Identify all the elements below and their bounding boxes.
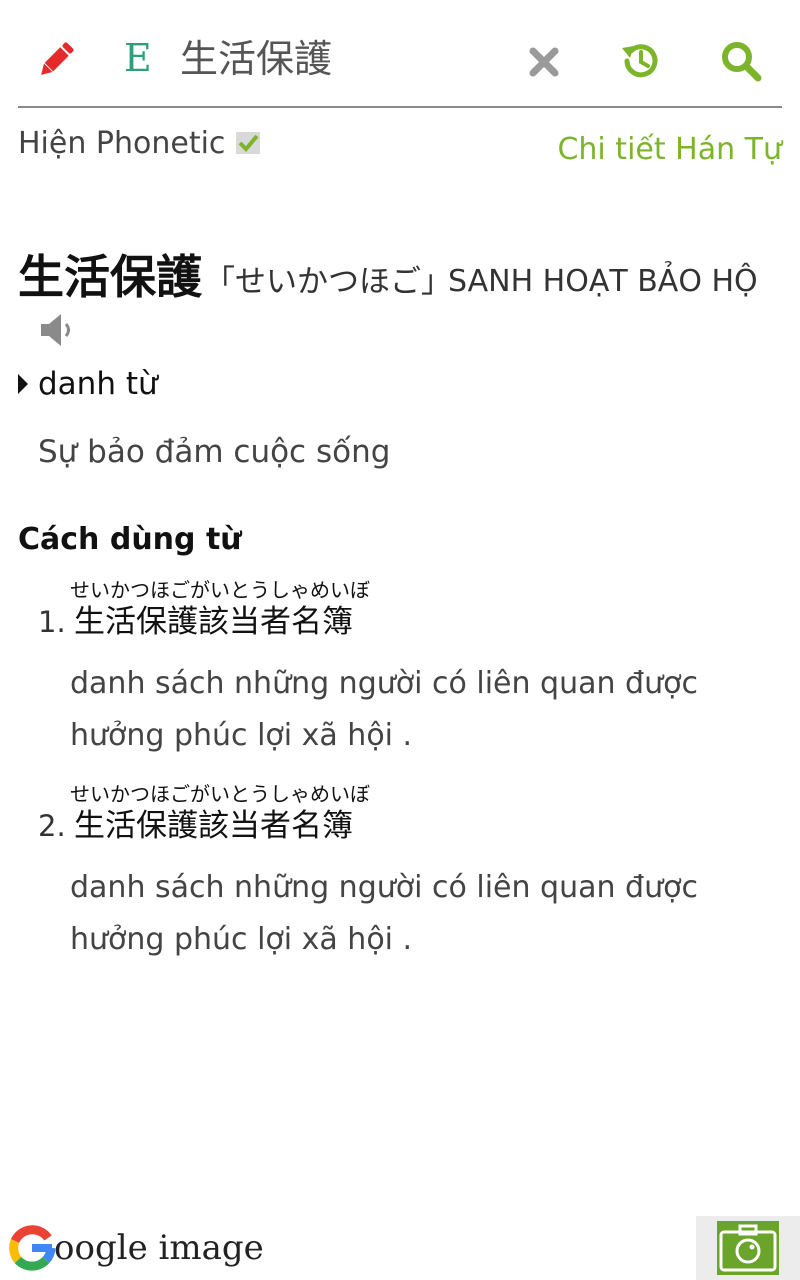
kanji-detail-link[interactable]: Chi tiết Hán Tự (557, 130, 782, 170)
phonetic-toggle-label[interactable]: Hiện Phonetic (18, 124, 225, 164)
google-logo-icon (9, 1225, 56, 1271)
part-of-speech: danh từ (38, 366, 158, 402)
usage-example: せいかつほごがいとうしゃめいぼ 1. 生活保護該当者名簿 danh sách n… (38, 578, 782, 768)
example-translation: danh sách những người có liên quan được … (70, 666, 698, 753)
search-icon[interactable] (718, 38, 764, 84)
google-image-button[interactable]: oogle image (8, 1222, 264, 1274)
camera-icon[interactable] (716, 1220, 780, 1276)
example-japanese: 生活保護該当者名簿 (74, 604, 353, 640)
example-translation: danh sách những người có liên quan được … (70, 870, 698, 957)
usage-section-title: Cách dùng từ (18, 522, 242, 557)
example-furigana: せいかつほごがいとうしゃめいぼ (70, 578, 370, 602)
pencil-icon[interactable] (34, 38, 78, 82)
meaning-text: Sự bảo đảm cuộc sống (38, 434, 391, 470)
example-japanese: 生活保護該当者名簿 (74, 808, 353, 844)
example-furigana: せいかつほごがいとうしゃめいぼ (70, 782, 370, 806)
phonetic-checkbox[interactable] (236, 132, 260, 154)
speaker-icon[interactable] (38, 310, 78, 350)
close-icon[interactable] (524, 40, 564, 84)
usage-example: せいかつほごがいとうしゃめいぼ 2. 生活保護該当者名簿 danh sách n… (38, 782, 782, 972)
checkmark-icon (238, 134, 259, 152)
search-input[interactable]: 生活保護 (180, 34, 332, 84)
expand-arrow-icon (18, 374, 28, 394)
language-toggle-button[interactable]: E (124, 34, 152, 82)
entry-word: 生活保護 (18, 250, 202, 304)
history-icon[interactable] (618, 38, 664, 84)
google-image-label: oogle image (54, 1228, 264, 1268)
entry-reading: 「せいかつほご」 (204, 264, 452, 300)
example-number: 2. (38, 809, 66, 843)
entry-hanviet: SANH HOẠT BẢO HỘ (448, 264, 758, 299)
camera-panel (696, 1216, 800, 1280)
example-number: 1. (38, 605, 66, 639)
search-toolbar: E 生活保護 (18, 0, 782, 108)
